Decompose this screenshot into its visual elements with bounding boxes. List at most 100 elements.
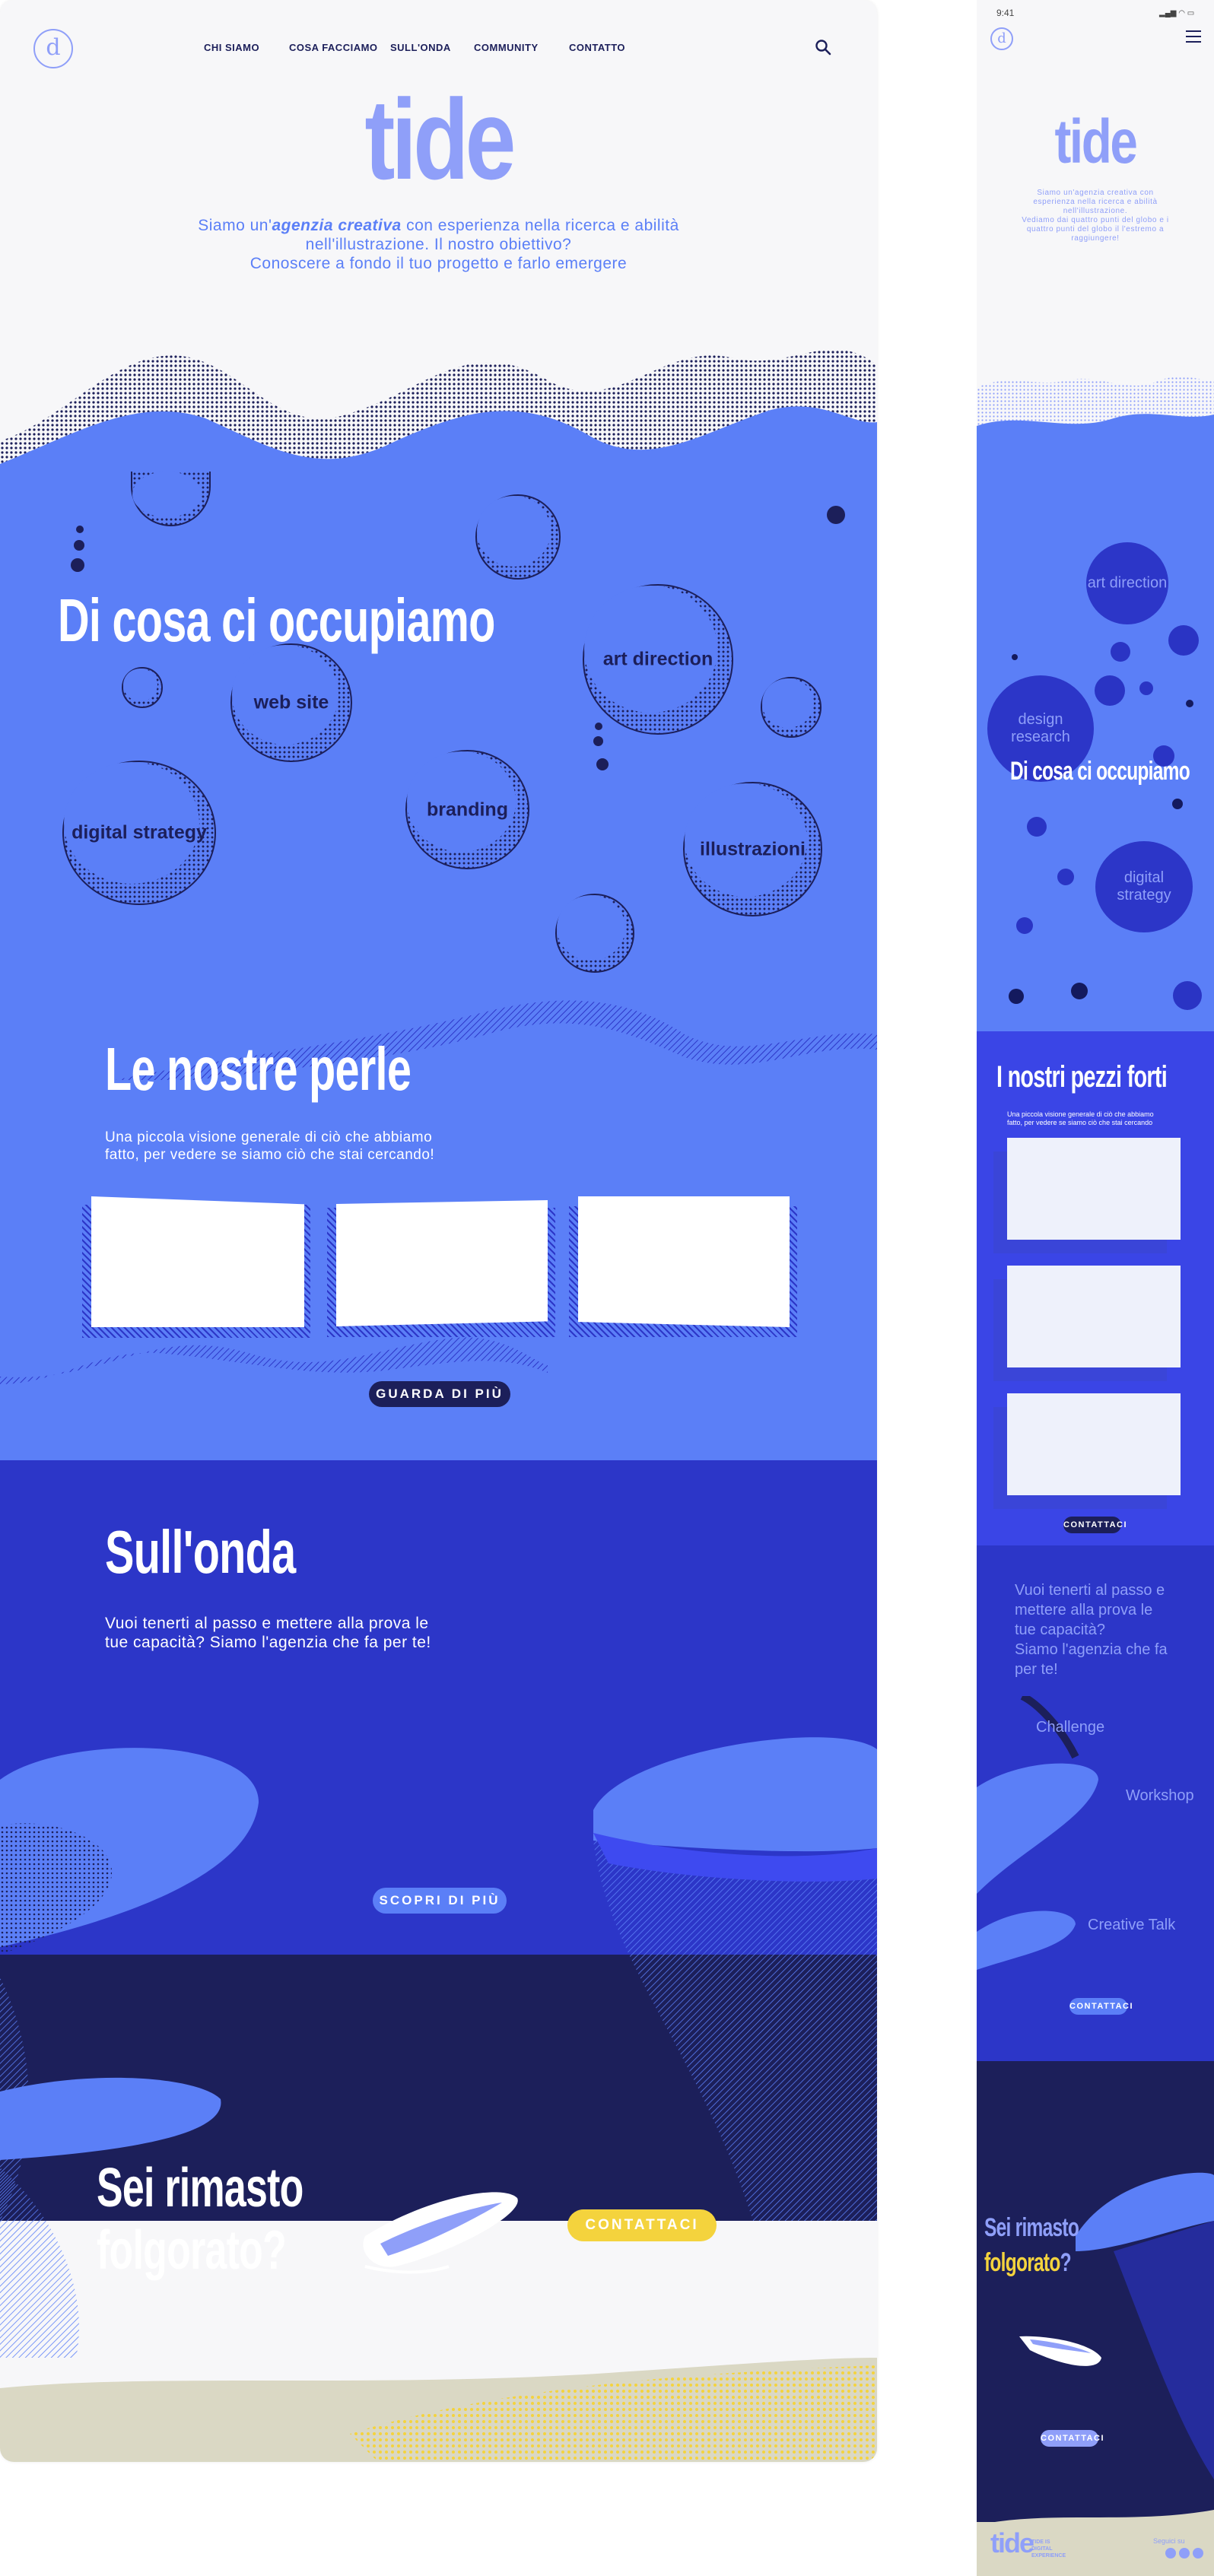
portfolio-card-3[interactable] bbox=[578, 1196, 790, 1327]
hero-line-1: Siamo un'agenzia creativa con esperienza… bbox=[198, 217, 679, 234]
mobile-dot-9 bbox=[1111, 642, 1130, 662]
bubble-branding: branding bbox=[405, 750, 529, 869]
dot-1 bbox=[76, 526, 84, 533]
desktop-page: d CHI SIAMO COSA FACCIAMO SULL'ONDA COMM… bbox=[0, 0, 877, 2462]
nav-community[interactable]: COMMUNITY bbox=[474, 42, 539, 53]
hero-line-3: Conoscere a fondo il tuo progetto e farl… bbox=[249, 255, 628, 272]
dot-5 bbox=[595, 723, 602, 730]
mobile-forti-text: Una piccola visione generale di ciò che … bbox=[1007, 1110, 1154, 1126]
portfolio-line-2: fatto, per vedere se siamo ciò che stai … bbox=[105, 1147, 435, 1163]
mobile-dot-7 bbox=[1016, 917, 1033, 934]
mobile-status-icons: ▂▄▆ ◠ ▭ bbox=[1159, 9, 1195, 17]
mobile-label-creative-talk: Creative Talk bbox=[1088, 1917, 1176, 1933]
nav-chi-siamo[interactable]: CHI SIAMO bbox=[204, 42, 259, 53]
dot-3 bbox=[71, 558, 84, 572]
mobile-card-1[interactable] bbox=[1007, 1138, 1181, 1240]
bubble-web-site: web site bbox=[230, 643, 352, 762]
mobile-dot-2 bbox=[1095, 675, 1125, 706]
mobile-forti-title: I nostri pezzi forti bbox=[996, 1060, 1168, 1094]
mobile-cta-line-1: Sei rimasto bbox=[984, 2213, 1079, 2242]
mobile-page: 9:41 ▂▄▆ ◠ ▭ d tide Siamo un'agenzia cre… bbox=[977, 0, 1214, 2576]
portfolio-text: Una piccola visione generale di ciò che … bbox=[105, 1129, 434, 1164]
mobile-footer-logo: tide bbox=[990, 2527, 1034, 2559]
portfolio-card-2[interactable] bbox=[336, 1200, 548, 1326]
mobile-cta-illustration bbox=[977, 2172, 1214, 2576]
mobile-card-2[interactable] bbox=[1007, 1266, 1181, 1367]
portfolio-title: Le nostre perle bbox=[105, 1035, 412, 1103]
mobile-dot-6 bbox=[1057, 869, 1074, 885]
mobile-bubble-digital-strategy: digital strategy bbox=[1095, 841, 1193, 932]
mobile-hero-logo: tide bbox=[1054, 107, 1137, 176]
mobile-hero-wave bbox=[977, 376, 1214, 441]
mobile-services-title-box: Di cosa ci occupiamo bbox=[1010, 757, 1214, 790]
mobile-status-time: 9:41 bbox=[996, 8, 1015, 18]
nav-cosa-facciamo[interactable]: COSA FACCIAMO bbox=[289, 42, 378, 53]
bubble-deco-3 bbox=[122, 667, 163, 708]
linkedin-icon[interactable] bbox=[1193, 2548, 1203, 2559]
bubble-art-direction: art direction bbox=[583, 584, 733, 735]
onda-line-2: tue capacità? Siamo l'agenzia che fa per… bbox=[105, 1634, 431, 1651]
portfolio-card-1[interactable] bbox=[91, 1196, 304, 1327]
nav-sullonda[interactable]: SULL'ONDA bbox=[390, 42, 451, 53]
logo-mark[interactable]: d bbox=[33, 29, 73, 68]
mobile-forti-title-box: I nostri pezzi forti bbox=[996, 1060, 1214, 1097]
dot-2 bbox=[74, 540, 84, 551]
search-icon[interactable] bbox=[815, 39, 831, 56]
mobile-cta-button[interactable]: CONTATTACI bbox=[1041, 2430, 1104, 2447]
hamburger-icon[interactable] bbox=[1186, 30, 1201, 43]
mobile-footer-tagline: TIDE IS DIGITAL EXPERIENCE bbox=[1031, 2539, 1066, 2559]
onda-line-1: Vuoi tenerti al passo e mettere alla pro… bbox=[105, 1615, 429, 1632]
bubble-digital-strategy: digital strategy bbox=[62, 761, 216, 905]
nav-contatto[interactable]: CONTATTO bbox=[569, 42, 625, 53]
onda-text: Vuoi tenerti al passo e mettere alla pro… bbox=[105, 1614, 431, 1652]
portfolio-title-box: Le nostre perle bbox=[105, 1034, 530, 1103]
mobile-dot-11 bbox=[1071, 983, 1088, 999]
mobile-dot-10 bbox=[1009, 989, 1024, 1004]
hero-logo: tide bbox=[364, 75, 516, 203]
mobile-card-3[interactable] bbox=[1007, 1393, 1181, 1495]
mobile-bubble-art-direction: art direction bbox=[1086, 542, 1168, 624]
bubble-deco-4 bbox=[761, 677, 822, 738]
dot-7 bbox=[596, 758, 609, 770]
mobile-hero-text: Siamo un'agenzia creativa con esperienza … bbox=[1022, 189, 1169, 243]
scopri-di-piu-button[interactable]: SCOPRI DI PIÙ bbox=[373, 1888, 507, 1914]
mobile-dot-14 bbox=[1186, 700, 1193, 707]
mobile-cta-line-2: folgorato? bbox=[984, 2248, 1072, 2277]
mobile-dot-4 bbox=[1153, 745, 1174, 767]
instagram-icon[interactable] bbox=[1165, 2548, 1176, 2559]
mobile-onda-text: Vuoi tenerti al passo e mettere alla prov… bbox=[1015, 1582, 1168, 1678]
mobile-dot-13 bbox=[1012, 654, 1018, 660]
mobile-dot-1 bbox=[1168, 625, 1199, 656]
cta-title: Sei rimasto folgorato? bbox=[97, 2157, 383, 2282]
mobile-onda-button[interactable]: CONTATTACI bbox=[1069, 1998, 1133, 2015]
mobile-dot-12 bbox=[1172, 799, 1183, 809]
facebook-icon[interactable] bbox=[1179, 2548, 1190, 2559]
logo-mark-letter: d bbox=[46, 34, 61, 61]
mobile-onda-illustration bbox=[977, 1696, 1098, 1970]
guarda-di-piu-button[interactable]: GUARDA DI PIÙ bbox=[369, 1381, 510, 1407]
cta-line-1: Sei rimasto bbox=[97, 2158, 304, 2219]
mobile-dot-3 bbox=[1139, 681, 1153, 695]
mobile-dot-8 bbox=[1173, 981, 1202, 1010]
contattaci-button[interactable]: CONTATTACI bbox=[567, 2209, 717, 2241]
hero-wave bbox=[0, 349, 877, 494]
services-title-box: Di cosa ci occupiamo bbox=[58, 586, 665, 654]
mobile-logo-mark[interactable]: d bbox=[990, 27, 1013, 50]
dot-4 bbox=[827, 506, 845, 524]
mobile-label-challenge: Challenge bbox=[1036, 1719, 1105, 1736]
bubble-deco-5 bbox=[555, 894, 634, 973]
bubble-illustrazioni: illustrazioni bbox=[683, 782, 822, 916]
portfolio-line-1: Una piccola visione generale di ciò che … bbox=[105, 1129, 433, 1145]
hero-line-2: nell'illustrazione. Il nostro obiettivo? bbox=[305, 236, 572, 253]
mobile-label-workshop: Workshop bbox=[1126, 1787, 1194, 1804]
onda-title: Sull'onda bbox=[105, 1518, 296, 1586]
hero-text: Siamo un'agenzia creativa con esperienza… bbox=[0, 216, 877, 273]
mobile-forti-button[interactable]: CONTATTACI bbox=[1063, 1517, 1127, 1533]
dot-6 bbox=[593, 736, 603, 746]
mobile-cta-title: Sei rimasto folgorato? bbox=[984, 2210, 1115, 2280]
mobile-dot-5 bbox=[1027, 817, 1047, 837]
bubble-deco-2 bbox=[475, 494, 561, 580]
onda-title-box: Sull'onda bbox=[105, 1517, 370, 1586]
cta-line-2: folgorato? bbox=[97, 2220, 287, 2281]
mobile-footer-follow: Seguici su bbox=[1153, 2537, 1185, 2545]
